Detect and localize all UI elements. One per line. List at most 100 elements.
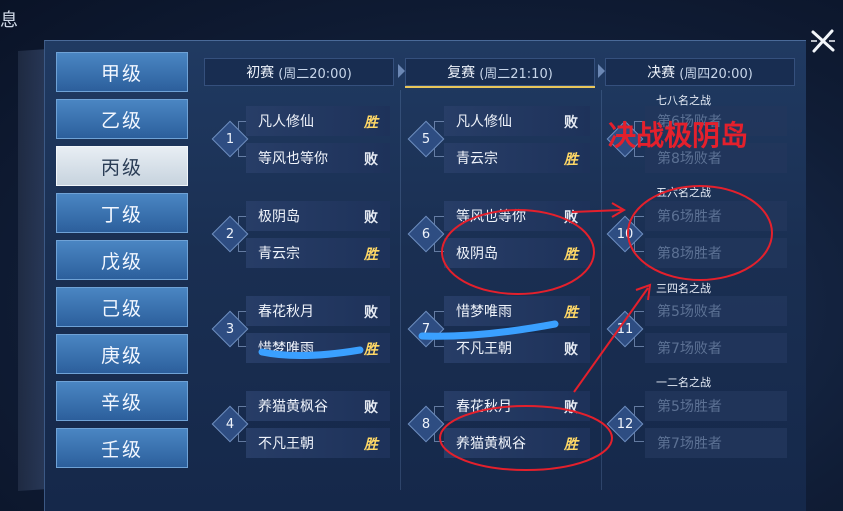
match-number: 6 xyxy=(421,226,431,242)
result-badge: 败 xyxy=(564,210,578,226)
tab-grade-6[interactable]: 己级 xyxy=(56,287,188,327)
slot-text: 第5场败者 xyxy=(657,304,722,320)
team-row[interactable]: 春花秋月 败 xyxy=(246,296,390,326)
tab-grade-3[interactable]: 丙级 xyxy=(56,146,188,186)
team-name: 春花秋月 xyxy=(258,304,314,320)
slot-text: 第8场胜者 xyxy=(657,246,722,262)
match-number: 2 xyxy=(225,226,235,242)
final-slot[interactable]: 第5场胜者 xyxy=(645,391,787,421)
round-header-3: 决赛 (周四20:00) xyxy=(605,58,795,86)
team-row[interactable]: 春花秋月 败 xyxy=(444,391,590,421)
result-badge: 胜 xyxy=(564,305,578,321)
close-x-icon[interactable] xyxy=(808,26,838,56)
final-slot[interactable]: 第5场败者 xyxy=(645,296,787,326)
result-badge: 败 xyxy=(364,152,378,168)
tab-grade-5[interactable]: 戊级 xyxy=(56,240,188,280)
slot-text: 第7场胜者 xyxy=(657,436,722,452)
result-badge: 败 xyxy=(564,115,578,131)
final-slot[interactable]: 第6场胜者 xyxy=(645,201,787,231)
team-name: 不凡王朝 xyxy=(258,436,314,452)
slot-text: 第7场败者 xyxy=(657,341,722,357)
team-name: 凡人修仙 xyxy=(456,114,512,130)
match-number: 12 xyxy=(616,416,634,432)
final-group-label: 五六名之战 xyxy=(656,186,711,199)
team-row[interactable]: 惜梦唯雨 胜 xyxy=(444,296,590,326)
result-badge: 胜 xyxy=(364,437,378,453)
match-number: 3 xyxy=(225,321,235,337)
tab-grade-1[interactable]: 甲级 xyxy=(56,52,188,92)
round-header-2: 复赛 (周二21:10) xyxy=(405,58,595,86)
final-slot[interactable]: 第7场胜者 xyxy=(645,428,787,458)
result-badge: 败 xyxy=(564,342,578,358)
team-name: 等风也等你 xyxy=(258,151,328,167)
tab-grade-8[interactable]: 辛级 xyxy=(56,381,188,421)
team-name: 极阴岛 xyxy=(456,246,498,262)
team-row[interactable]: 不凡王朝 败 xyxy=(444,333,590,363)
round-time: (周四20:00) xyxy=(679,66,753,82)
tab-grade-4[interactable]: 丁级 xyxy=(56,193,188,233)
match-number: 5 xyxy=(421,131,431,147)
round-name: 复赛 xyxy=(447,65,476,81)
team-row[interactable]: 青云宗 胜 xyxy=(444,143,590,173)
match-number: 11 xyxy=(616,321,634,337)
final-slot[interactable]: 第7场败者 xyxy=(645,333,787,363)
match-number: 10 xyxy=(616,226,634,242)
team-row[interactable]: 凡人修仙 败 xyxy=(444,106,590,136)
slot-text: 第5场胜者 xyxy=(657,399,722,415)
team-name: 青云宗 xyxy=(258,246,300,262)
slot-text: 第6场胜者 xyxy=(657,209,722,225)
team-name: 惜梦唯雨 xyxy=(456,304,512,320)
team-name: 养猫黄枫谷 xyxy=(456,436,526,452)
annotation-title: 决战极阴岛 xyxy=(608,119,749,152)
round-name: 决赛 xyxy=(647,65,676,81)
result-badge: 胜 xyxy=(364,342,378,358)
team-row[interactable]: 凡人修仙 胜 xyxy=(246,106,390,136)
team-row[interactable]: 不凡王朝 胜 xyxy=(246,428,390,458)
active-round-underline xyxy=(405,86,595,88)
result-badge: 胜 xyxy=(564,152,578,168)
column-divider xyxy=(400,90,401,490)
tab-grade-2[interactable]: 乙级 xyxy=(56,99,188,139)
team-row[interactable]: 养猫黄枫谷 胜 xyxy=(444,428,590,458)
team-row[interactable]: 养猫黄枫谷 败 xyxy=(246,391,390,421)
final-group-label: 一二名之战 xyxy=(656,376,711,389)
tab-grade-7[interactable]: 庚级 xyxy=(56,334,188,374)
team-name: 等风也等你 xyxy=(456,209,526,225)
team-row[interactable]: 等风也等你 败 xyxy=(444,201,590,231)
team-row[interactable]: 等风也等你 败 xyxy=(246,143,390,173)
corner-label: 息 xyxy=(0,10,18,31)
team-name: 养猫黄枫谷 xyxy=(258,399,328,415)
result-badge: 败 xyxy=(364,400,378,416)
team-name: 惜梦唯雨 xyxy=(258,341,314,357)
arrow-right-icon xyxy=(598,64,605,78)
round-time: (周二20:00) xyxy=(278,66,352,82)
team-row[interactable]: 极阴岛 胜 xyxy=(444,238,590,268)
team-name: 极阴岛 xyxy=(258,209,300,225)
match-number: 1 xyxy=(225,131,235,147)
final-slot[interactable]: 第8场胜者 xyxy=(645,238,787,268)
round-name: 初赛 xyxy=(246,65,275,81)
result-badge: 败 xyxy=(364,210,378,226)
team-name: 不凡王朝 xyxy=(456,341,512,357)
round-time: (周二21:10) xyxy=(479,66,553,82)
team-name: 凡人修仙 xyxy=(258,114,314,130)
column-divider xyxy=(601,90,602,490)
team-name: 春花秋月 xyxy=(456,399,512,415)
result-badge: 胜 xyxy=(564,437,578,453)
result-badge: 胜 xyxy=(364,247,378,263)
result-badge: 败 xyxy=(364,305,378,321)
team-row[interactable]: 青云宗 胜 xyxy=(246,238,390,268)
result-badge: 胜 xyxy=(564,247,578,263)
match-number: 7 xyxy=(421,321,431,337)
arrow-right-icon xyxy=(398,64,405,78)
result-badge: 败 xyxy=(564,400,578,416)
team-row[interactable]: 惜梦唯雨 胜 xyxy=(246,333,390,363)
team-row[interactable]: 极阴岛 败 xyxy=(246,201,390,231)
match-number: 4 xyxy=(225,416,235,432)
final-group-label: 三四名之战 xyxy=(656,282,711,295)
tab-grade-9[interactable]: 壬级 xyxy=(56,428,188,468)
match-number: 8 xyxy=(421,416,431,432)
team-name: 青云宗 xyxy=(456,151,498,167)
round-header-1: 初赛 (周二20:00) xyxy=(204,58,394,86)
result-badge: 胜 xyxy=(364,115,378,131)
